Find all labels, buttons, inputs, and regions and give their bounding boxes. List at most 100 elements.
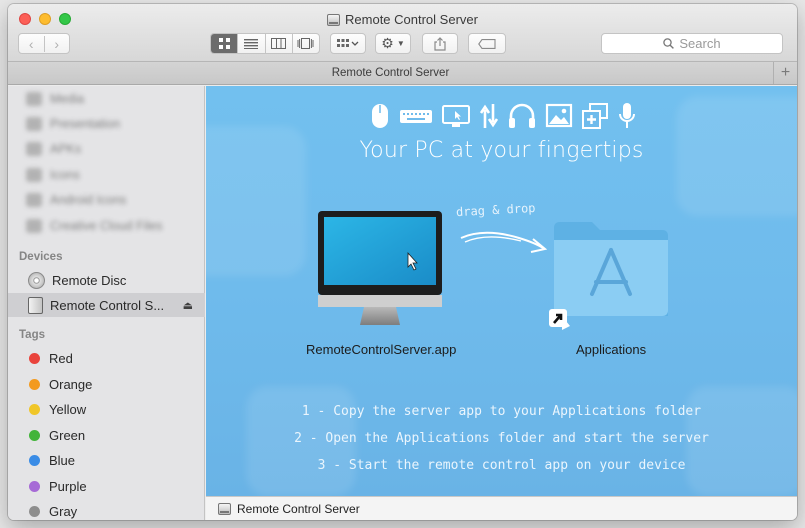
folder-icon [26, 117, 42, 131]
mouse-icon [372, 104, 388, 128]
tagline: Your PC at your fingertips [359, 138, 644, 163]
sidebar-item-favorite[interactable]: Creative Cloud Files [26, 216, 163, 236]
columns-icon [271, 38, 287, 49]
tab-remote-control-server[interactable]: Remote Control Server [8, 67, 773, 79]
search-placeholder: Search [679, 36, 721, 51]
tag-color-dot [29, 480, 40, 492]
tag-color-dot [29, 429, 40, 441]
share-icon [434, 36, 446, 51]
instruction-line: 3 - Start the remote control app on your… [317, 458, 686, 473]
new-tab-button[interactable]: + [773, 62, 797, 84]
titlebar: Remote Control Server ‹ › ⚙ ▼ Search [8, 4, 797, 62]
remote-control-server-app-icon[interactable] [316, 211, 444, 327]
keyboard-icon [400, 110, 432, 123]
view-mode-group [210, 33, 320, 54]
feature-icons [369, 102, 637, 130]
icon-view-button[interactable] [211, 34, 238, 53]
devices-heading: Devices [19, 251, 63, 263]
image-icon [545, 103, 573, 128]
finder-window: Remote Control Server ‹ › ⚙ ▼ Search Rem… [8, 4, 797, 520]
chevron-right-icon[interactable]: › [43, 35, 70, 52]
sidebar-item-label: Purple [49, 478, 87, 494]
sidebar-tag-red[interactable]: Red [8, 346, 205, 370]
sidebar-item-label: Remote Disc [52, 272, 127, 288]
instruction-line: 2 - Open the Applications folder and sta… [294, 431, 709, 446]
applications-folder-icon[interactable] [552, 220, 670, 330]
sidebar: Media Presentation APKs Icons Android Ic… [8, 86, 205, 520]
arrange-grid-icon [337, 38, 359, 47]
add-window-icon [582, 103, 608, 129]
action-button[interactable]: ⚙ ▼ [375, 33, 411, 54]
arrange-button[interactable] [330, 33, 366, 54]
sidebar-item-label: Remote Control S... [50, 297, 165, 313]
list-view-button[interactable] [237, 34, 264, 53]
sidebar-tag-gray[interactable]: Gray [8, 499, 205, 520]
sidebar-tag-green[interactable]: Green [8, 423, 205, 447]
chevron-left-icon[interactable]: ‹ [19, 36, 44, 52]
app-label: RemoteControlServer.app [306, 342, 457, 357]
sidebar-item-label: Green [49, 427, 86, 443]
drive-icon [218, 502, 231, 515]
drag-arrow-icon [460, 231, 548, 253]
sidebar-item-label: Yellow [49, 401, 87, 417]
search-icon [663, 38, 675, 49]
dmg-background: Your PC at your fingertips RemoteControl… [206, 86, 797, 496]
cover-flow-view-button[interactable] [291, 34, 319, 53]
list-icon [244, 38, 259, 49]
share-button[interactable] [422, 33, 458, 54]
applications-label: Applications [576, 342, 647, 357]
folder-icon [26, 193, 42, 207]
disc-icon [28, 271, 45, 289]
headphones-icon [509, 103, 535, 128]
edit-tags-button[interactable] [468, 33, 506, 54]
tag-color-dot [29, 378, 40, 390]
sidebar-tag-purple[interactable]: Purple [8, 474, 205, 498]
column-view-button[interactable] [264, 34, 292, 53]
sidebar-item-favorite[interactable]: Icons [26, 165, 80, 185]
drag-drop-hint: drag & drop [455, 200, 536, 220]
back-forward-group: ‹ › [18, 33, 70, 54]
tag-color-dot [29, 454, 40, 466]
sidebar-tag-yellow[interactable]: Yellow [8, 397, 205, 421]
sidebar-item-label: Orange [49, 376, 93, 392]
sidebar-item-label: Blue [49, 452, 76, 468]
folder-icon [26, 142, 42, 156]
sidebar-tag-blue[interactable]: Blue [8, 448, 205, 472]
alias-arrow-icon [549, 309, 567, 327]
sidebar-item-favorite[interactable]: Android Icons [26, 190, 126, 210]
sidebar-item-favorite[interactable]: APKs [26, 139, 81, 159]
folder-icon [26, 219, 42, 233]
install-instructions: 1 - Copy the server app to your Applicat… [206, 398, 797, 479]
sidebar-item-favorite[interactable]: Media [26, 89, 84, 109]
folder-icon [26, 92, 42, 106]
search-field[interactable]: Search [601, 33, 783, 54]
sidebar-item-label: Red [49, 350, 73, 366]
sidebar-item-remote-control-server[interactable]: Remote Control S... ⏏ [8, 293, 205, 317]
drive-icon [28, 296, 43, 314]
drive-icon [327, 13, 341, 26]
tag-color-dot [29, 352, 40, 364]
cover-flow-icon [297, 38, 314, 49]
up-down-arrows-icon [479, 104, 499, 128]
sidebar-item-favorite[interactable]: Presentation [26, 114, 120, 134]
tab-bar: Remote Control Server + [8, 62, 797, 85]
sidebar-item-remote-disc[interactable]: Remote Disc [8, 268, 205, 292]
tag-color-dot [29, 505, 40, 517]
instruction-line: 1 - Copy the server app to your Applicat… [301, 404, 702, 419]
sidebar-tag-orange[interactable]: Orange [8, 372, 205, 396]
eject-icon[interactable]: ⏏ [183, 299, 193, 312]
microphone-icon [619, 103, 635, 128]
chevron-down-icon: ▼ [396, 39, 405, 48]
path-bar-label[interactable]: Remote Control Server [237, 502, 360, 516]
tag-color-dot [29, 403, 40, 415]
grid-icon [218, 38, 230, 49]
path-bar: Remote Control Server [206, 496, 797, 520]
window-title: Remote Control Server [8, 12, 797, 27]
monitor-cursor-icon [442, 105, 470, 127]
sidebar-item-label: Gray [49, 503, 78, 519]
gear-icon: ⚙ [381, 35, 394, 51]
tags-heading: Tags [19, 329, 45, 341]
tag-icon [478, 38, 496, 49]
folder-icon [26, 168, 42, 182]
window-title-text: Remote Control Server [345, 12, 478, 27]
